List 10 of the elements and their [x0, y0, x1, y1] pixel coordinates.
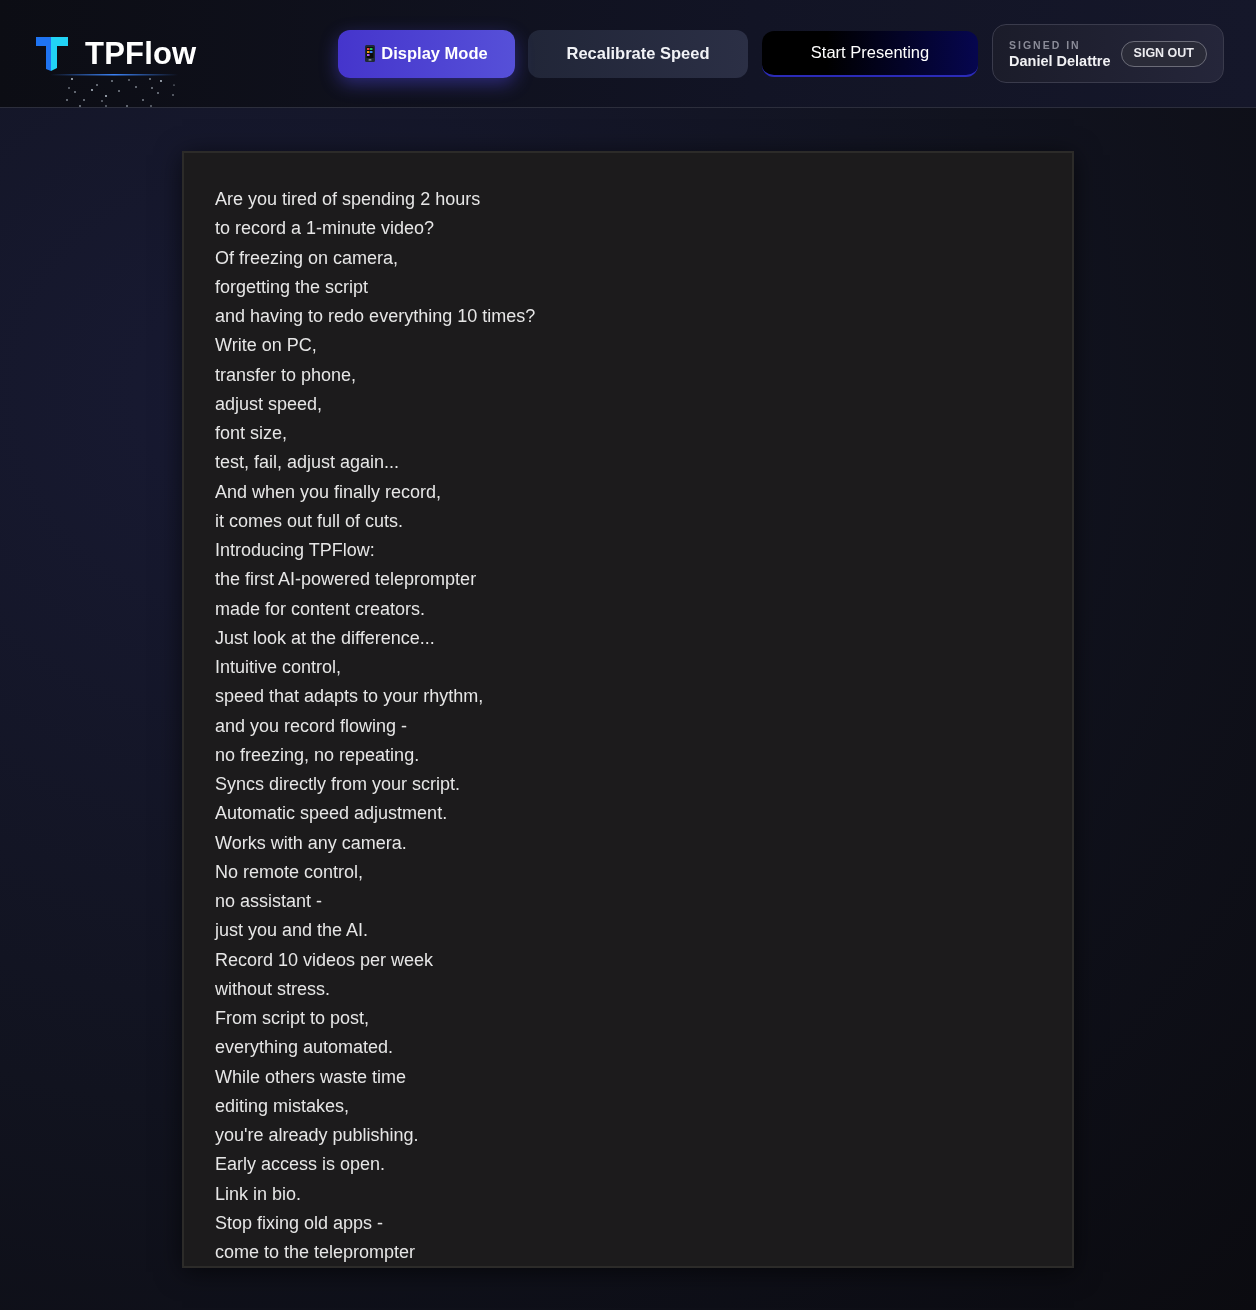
script-text-field[interactable]: Are you tired of spending 2 hours to record a 1-minute video? Of freezing on camera, forgetting the script and having to redo everything 10 times? Write on PC, transfer to phone, adjust speed, font size, test, fail, adjust again... And when you finally record, it comes out full of cuts. Introducing TPFlow: the first AI-powered teleprompter made for content creators. Just look at the difference... Intuitive control, speed that adapts to your rhythm, and you record flowing - no freezing, no repeating. Syncs directly from your script. Automatic speed adjustment. Works with any camera. No remote control, no assistant - just you and the AI. Record 10 videos per week without stress. From script to post, everything automated. While others waste time editing mistakes, you're already publishing. Early access is open. Link in bio. Stop fixing old apps - come to the teleprompter — [215, 185, 1072, 1268]
start-presenting-button[interactable]: Start Presenting — [762, 30, 978, 77]
user-name: Daniel Delattre — [1009, 51, 1111, 70]
sign-out-button[interactable]: SIGN OUT — [1120, 40, 1207, 67]
recalibrate-speed-button[interactable]: Recalibrate Speed — [528, 29, 748, 78]
display-mode-button[interactable]: Display Mode — [338, 29, 515, 78]
phone-icon — [365, 45, 376, 62]
logo-icon — [36, 36, 68, 71]
logo-text: TPFlow — [85, 38, 197, 69]
signed-in-label: SIGNED IN — [1009, 37, 1082, 52]
